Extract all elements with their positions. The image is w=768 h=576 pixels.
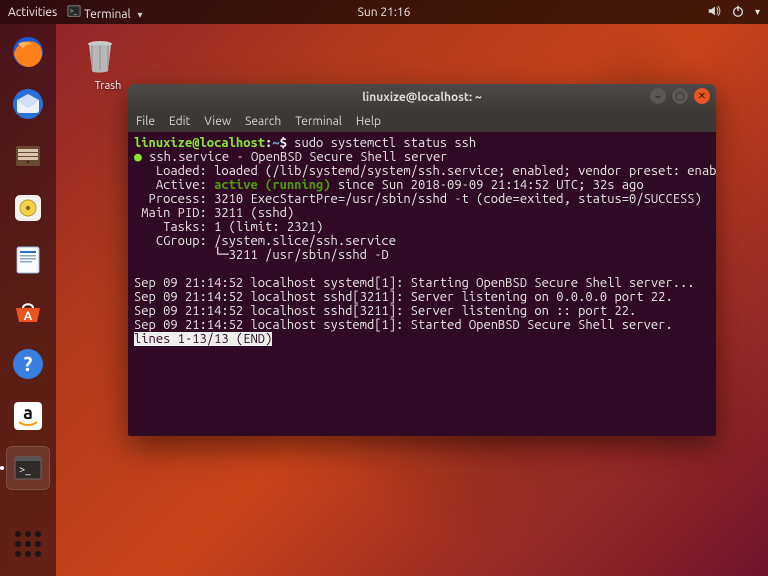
terminal-menubar: File Edit View Search Terminal Help	[128, 110, 716, 132]
menu-search[interactable]: Search	[245, 115, 281, 128]
line-active-state: active (running)	[214, 178, 330, 192]
line-process: Process: 3210 ExecStartPre=/usr/sbin/ssh…	[134, 192, 702, 206]
dock-help[interactable]: ?	[6, 342, 50, 386]
svg-text:a: a	[23, 403, 33, 423]
dock-software[interactable]: A	[6, 290, 50, 334]
line-service: ssh.service - OpenBSD Secure Shell serve…	[142, 150, 448, 164]
line-active-suffix: since Sun 2018-09-09 21:14:52 UTC; 32s a…	[331, 178, 644, 192]
log-line: Sep 09 21:14:52 localhost sshd[3211]: Se…	[134, 304, 636, 318]
clock[interactable]: Sun 21:16	[358, 6, 411, 19]
svg-text:A: A	[24, 310, 33, 323]
terminal-icon: >_	[10, 450, 46, 486]
amazon-icon: a	[10, 398, 46, 434]
terminal-output[interactable]: linuxize@localhost:~$ sudo systemctl sta…	[128, 132, 716, 436]
dock-terminal[interactable]: >_	[6, 446, 50, 490]
activities-button[interactable]: Activities	[8, 6, 57, 19]
rhythmbox-icon	[10, 190, 46, 226]
launcher-dock: A ? a >_	[0, 24, 56, 576]
status-bullet-icon: ●	[134, 150, 142, 164]
menu-help[interactable]: Help	[356, 115, 381, 128]
menu-file[interactable]: File	[136, 115, 155, 128]
menu-terminal[interactable]: Terminal	[295, 115, 342, 128]
pager-status: lines 1-13/13 (END)	[134, 332, 272, 346]
thunderbird-icon	[10, 86, 46, 122]
dock-files[interactable]	[6, 134, 50, 178]
dock-writer[interactable]	[6, 238, 50, 282]
line-cgroup2: └─3211 /usr/sbin/sshd -D	[134, 248, 389, 262]
window-titlebar[interactable]: linuxize@localhost: ~ – ▢ ✕	[128, 84, 716, 110]
system-menu-arrow-icon[interactable]: ▾	[755, 6, 760, 18]
dock-rhythmbox[interactable]	[6, 186, 50, 230]
window-close-button[interactable]: ✕	[694, 88, 710, 104]
prompt-dollar: $	[280, 136, 295, 150]
volume-icon[interactable]	[707, 4, 721, 21]
svg-text:?: ?	[24, 352, 33, 375]
line-cgroup: CGroup: /system.slice/ssh.service	[134, 234, 396, 248]
command-text: sudo systemctl status ssh	[294, 136, 476, 150]
writer-icon	[10, 242, 46, 278]
trash-icon	[78, 34, 122, 78]
software-icon: A	[10, 294, 46, 330]
line-tasks: Tasks: 1 (limit: 2321)	[134, 220, 323, 234]
window-maximize-button[interactable]: ▢	[672, 88, 688, 104]
app-menu[interactable]: >_ Terminal	[67, 4, 142, 21]
log-line: Sep 09 21:14:52 localhost sshd[3211]: Se…	[134, 290, 673, 304]
window-minimize-button[interactable]: –	[650, 88, 666, 104]
prompt-user: linuxize@localhost	[134, 136, 265, 150]
power-icon[interactable]	[731, 4, 745, 21]
dock-firefox[interactable]	[6, 30, 50, 74]
files-icon	[10, 138, 46, 174]
menu-view[interactable]: View	[204, 115, 231, 128]
firefox-icon	[10, 34, 46, 70]
gnome-topbar: Activities >_ Terminal Sun 21:16 ▾	[0, 0, 768, 24]
app-menu-label: Terminal	[84, 8, 131, 21]
dock-amazon[interactable]: a	[6, 394, 50, 438]
help-icon: ?	[10, 346, 46, 382]
line-mainpid: Main PID: 3211 (sshd)	[134, 206, 294, 220]
log-line: Sep 09 21:14:52 localhost systemd[1]: St…	[134, 318, 673, 332]
log-line: Sep 09 21:14:52 localhost systemd[1]: St…	[134, 276, 695, 290]
svg-text:>_: >_	[70, 6, 78, 14]
dock-thunderbird[interactable]	[6, 82, 50, 126]
svg-text:>_: >_	[19, 464, 31, 476]
line-active-prefix: Active:	[134, 178, 214, 192]
terminal-window: linuxize@localhost: ~ – ▢ ✕ File Edit Vi…	[128, 84, 716, 436]
prompt-path: ~	[272, 136, 279, 150]
menu-edit[interactable]: Edit	[169, 115, 190, 128]
terminal-indicator-icon: >_	[67, 4, 81, 18]
line-loaded: Loaded: loaded (/lib/systemd/system/ssh.…	[134, 164, 716, 178]
window-title: linuxize@localhost: ~	[362, 91, 482, 104]
